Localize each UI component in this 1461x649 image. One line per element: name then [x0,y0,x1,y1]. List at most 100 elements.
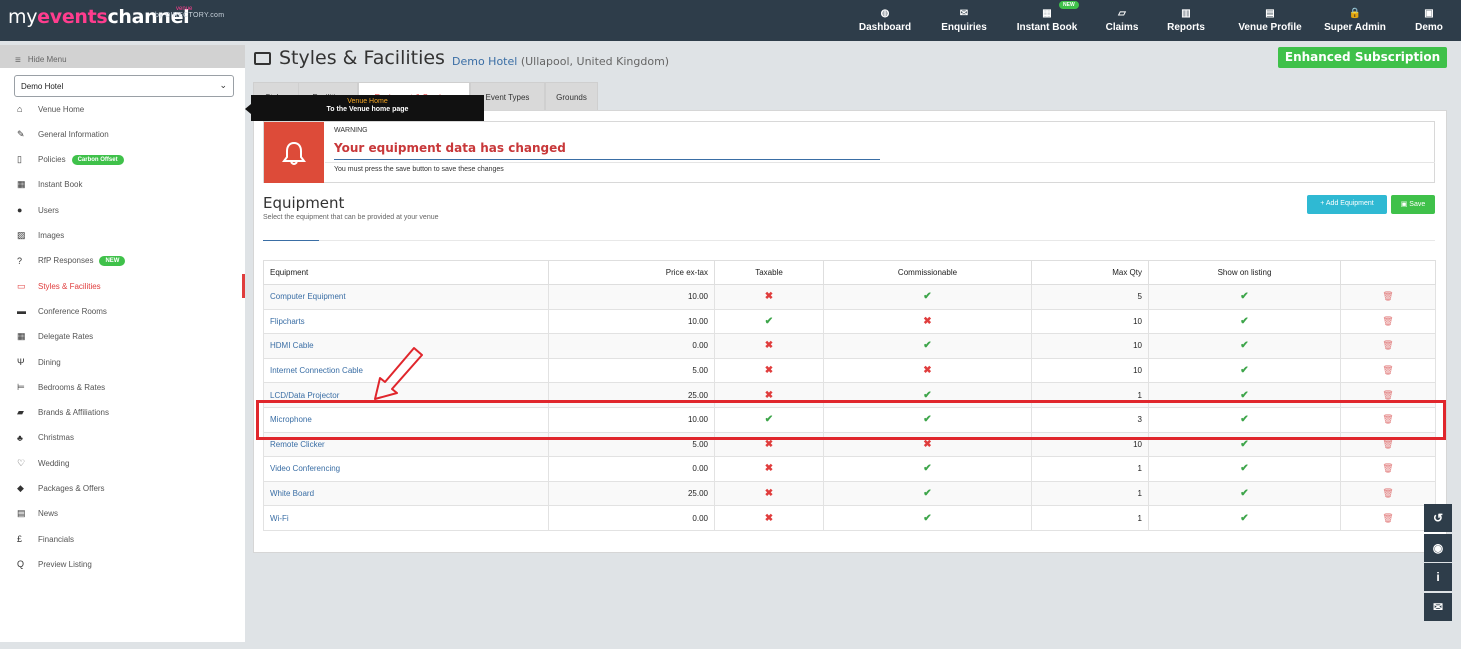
sidebar-item-label: Policies [38,155,66,165]
equipment-name[interactable]: Video Conferencing [263,456,549,482]
sidebar-item-packages-offers[interactable]: ◆ Packages & Offers [0,477,245,501]
trash-icon[interactable]: 🗑 [1382,390,1393,400]
sidebar-item-preview-listing[interactable]: Q Preview Listing [0,552,245,576]
delete-cell: 🗑 [1340,505,1436,531]
sidebar-item-news[interactable]: ▤ News [0,502,245,526]
commissionable-cell: ✔ [823,284,1032,310]
envelope-icon: ✉ [1432,599,1444,614]
add-equipment-button[interactable]: + Add Equipment [1307,195,1387,214]
taxable-cell: ✖ [714,456,824,482]
trash-icon[interactable]: 🗑 [1382,291,1393,301]
taxable-cell: ✖ [714,382,824,408]
trash-icon[interactable]: 🗑 [1382,513,1393,523]
sidebar-item-label: Venue Home [38,104,85,114]
trash-icon[interactable]: 🗑 [1382,316,1393,326]
equipment-name[interactable]: Remote Clicker [263,431,549,458]
show-on-listing-cell: ✔ [1148,284,1341,310]
hotel-select[interactable]: Demo Hotel ⌄ [14,75,234,97]
equipment-name[interactable]: Wi-Fi [263,505,549,531]
nav-label: Dashboard [858,22,912,33]
sidebar-item-rfp-responses[interactable]: ? RfP Responses NEW [0,249,245,273]
history-icon: ↺ [1432,511,1444,525]
trash-icon[interactable]: 🗑 [1382,439,1393,449]
taxable-cell: ✖ [714,333,824,359]
info-floating-button[interactable]: i [1424,563,1452,591]
sidebar-item-dining[interactable]: Ψ Dining [0,350,245,374]
nav-item-venue-profile[interactable]: ▤ Venue Profile [1230,0,1310,41]
equipment-name[interactable]: Flipcharts [263,308,549,335]
sidebar-item-instant-book[interactable]: ▦ Instant Book [0,173,245,197]
nav-item-dashboard[interactable]: ◍ Dashboard [845,0,925,41]
checkmark-icon: ✔ [1240,291,1249,303]
equipment-name[interactable]: White Board [263,480,549,507]
sidebar-item-bedrooms-rates[interactable]: ⊨ Bedrooms & Rates [0,375,245,399]
save-button[interactable]: ▣ Save [1391,195,1435,214]
hide-menu-toggle[interactable]: ≡ Hide Menu [0,45,245,68]
commissionable-cell: ✔ [823,456,1032,482]
trash-icon[interactable]: 🗑 [1382,365,1393,375]
equipment-divider [263,240,1435,241]
sidebar-item-styles-facilities[interactable]: ▭ Styles & Facilities [0,274,245,299]
trash-icon[interactable]: 🗑 [1382,463,1393,473]
equipment-price: 10.00 [548,308,715,335]
sidebar-item-users[interactable]: ● Users [0,198,245,222]
checkmark-icon: ✔ [1240,414,1249,426]
trash-icon[interactable]: 🗑 [1382,340,1393,350]
building-icon: ▤ [1265,8,1275,19]
delete-cell: 🗑 [1340,431,1436,458]
info-icon: i [1436,570,1440,584]
lock-icon: 🔒 [1348,8,1362,19]
sidebar-item-policies[interactable]: ▯ Policies Carbon Offset [0,148,245,172]
cross-icon: ✖ [764,365,774,377]
top-navbar: myeventschannel venue by DIRECTORY.com ◍… [0,0,1461,41]
envelope-icon: ✉ [959,8,969,19]
sidebar-item-label: RfP Responses [38,256,94,266]
tags-icon: ◆ [17,483,24,493]
sidebar-item-general-information[interactable]: ✎ General Information [0,122,245,146]
sidebar-item-venue-home[interactable]: ⌂ Venue Home [0,97,245,121]
sidebar-item-images[interactable]: ▨ Images [0,224,245,248]
cross-icon: ✖ [764,389,774,401]
save-button-label: Save [1409,201,1426,208]
equipment-table: Equipment Price ex-tax Taxable Commissionab… [263,260,1436,531]
checkmark-icon: ✔ [923,463,932,475]
equipment-heading: Equipment [263,194,345,212]
hotel-location: (Ullapool, United Kingdom) [520,55,670,68]
delete-cell: 🗑 [1340,284,1436,310]
sidebar-item-delegate-rates[interactable]: ▦ Delegate Rates [0,325,245,349]
max-qty: 10 [1031,333,1149,359]
sidebar-item-wedding[interactable]: ♡ Wedding [0,451,245,475]
trash-icon[interactable]: 🗑 [1382,488,1393,498]
nav-item-demo[interactable]: ▣ Demo [1389,0,1461,41]
table-row: Microphone 10.00 ✔ ✔ 3 ✔ 🗑 [263,406,1436,433]
sidebar-item-brands-affiliations[interactable]: ▰ Brands & Affiliations [0,401,245,425]
table-row: Computer Equipment 10.00 ✖ ✔ 5 ✔ 🗑 [263,284,1436,310]
equipment-price: 0.00 [548,505,715,531]
history-floating-button[interactable]: ↺ [1424,504,1452,532]
chat-floating-button[interactable]: ◉ [1424,533,1452,562]
taxable-cell: ✔ [714,406,824,433]
trash-icon[interactable]: 🗑 [1382,414,1393,424]
nav-item-reports[interactable]: ▥ Reports [1146,0,1226,41]
sidebar-item-conference-rooms[interactable]: ▬ Conference Rooms [0,299,245,323]
column-header: Max Qty [1031,260,1149,285]
equipment-name[interactable]: Computer Equipment [263,284,549,310]
hotel-name-link[interactable]: Demo Hotel [452,55,517,68]
sidebar-item-label: Financials [38,534,75,544]
tab-grounds[interactable]: Grounds [545,82,598,110]
column-header: Taxable [714,260,824,285]
sidebar-item-christmas[interactable]: ♣ Christmas [0,426,245,450]
nav-item-super-admin[interactable]: 🔒 Super Admin [1315,0,1395,41]
nav-label: Enquiries [941,22,987,33]
commissionable-cell: ✔ [823,406,1032,433]
equipment-price: 5.00 [548,357,715,384]
nav-item-enquiries[interactable]: ✉ Enquiries [924,0,1004,41]
nav-item-instant-book[interactable]: ▦ Instant Book NEW [1007,0,1087,41]
envelope-floating-button[interactable]: ✉ [1424,592,1452,621]
equipment-name[interactable]: Microphone [263,406,549,433]
max-qty: 10 [1031,431,1149,458]
sidebar-item-financials[interactable]: £ Financials [0,527,245,551]
delete-cell: 🗑 [1340,357,1436,384]
max-qty: 1 [1031,480,1149,507]
cross-icon: ✖ [764,512,774,524]
